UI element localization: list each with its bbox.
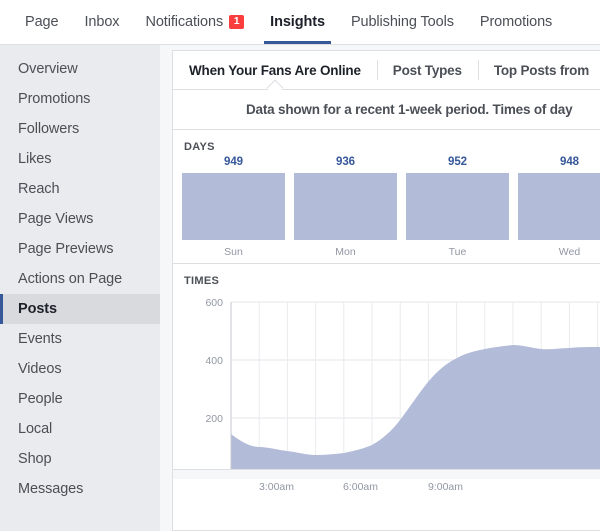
facebook-page-insights-window: Page Inbox Notifications 1 Insights Publ… <box>0 0 600 531</box>
x-axis-tick-3am: 3:00am <box>259 481 294 493</box>
times-area-path <box>231 345 600 476</box>
sidebar-item-label: Actions on Page <box>18 271 123 287</box>
sidebar-item-events[interactable]: Events <box>0 324 160 354</box>
day-bar-wed[interactable]: 948 Wed <box>518 156 600 258</box>
sidebar-item-page-views[interactable]: Page Views <box>0 204 160 234</box>
tab-when-your-fans-are-online[interactable]: When Your Fans Are Online <box>173 51 377 89</box>
nav-tab-publishing-tools[interactable]: Publishing Tools <box>338 0 467 44</box>
insights-content-area: When Your Fans Are Online Post Types Top… <box>160 45 600 531</box>
y-axis-tick-400: 400 <box>205 355 223 367</box>
day-bar-rect <box>294 173 397 240</box>
day-bar-sun[interactable]: 949 Sun <box>182 156 285 258</box>
days-section-label: DAYS <box>184 141 215 153</box>
day-bar-value: 936 <box>336 156 355 168</box>
day-bar-mon[interactable]: 936 Mon <box>294 156 397 258</box>
sidebar-item-followers[interactable]: Followers <box>0 114 160 144</box>
sidebar-item-label: Followers <box>18 121 80 137</box>
day-bar-rect <box>406 173 509 240</box>
day-bar-value: 948 <box>560 156 579 168</box>
sidebar-item-label: Messages <box>18 481 84 497</box>
sidebar-item-actions-on-page[interactable]: Actions on Page <box>0 264 160 294</box>
sidebar-item-messages[interactable]: Messages <box>0 474 160 504</box>
day-bar-value: 952 <box>448 156 467 168</box>
nav-tab-inbox-label: Inbox <box>84 14 120 30</box>
tab-label: Top Posts from <box>493 62 590 78</box>
day-bar-label: Wed <box>558 246 581 258</box>
times-area-chart[interactable]: 600 400 200 0 3:00am 6:00am 9:00am <box>173 290 600 493</box>
sidebar-item-label: Videos <box>18 361 62 377</box>
panel-footer-divider <box>173 469 600 479</box>
sidebar-item-label: Overview <box>18 61 78 77</box>
nav-tab-page-label: Page <box>25 14 59 30</box>
nav-tab-page[interactable]: Page <box>12 0 71 44</box>
sidebar-item-label: Reach <box>18 181 60 197</box>
day-bar-tue[interactable]: 952 Tue <box>406 156 509 258</box>
day-bar-label: Sun <box>224 246 243 258</box>
times-section-label: TIMES <box>184 275 220 287</box>
sidebar-item-label: Local <box>18 421 53 437</box>
sidebar-item-label: Page Views <box>18 211 94 227</box>
nav-tab-insights[interactable]: Insights <box>257 0 338 44</box>
y-axis-tick-200: 200 <box>205 413 223 425</box>
nav-tab-notifications-label: Notifications <box>145 14 224 30</box>
sidebar-item-label: Events <box>18 331 62 347</box>
times-chart-section: TIMES 600 400 200 3:00am 6:00am 9:00am <box>173 264 600 493</box>
sidebar-item-page-previews[interactable]: Page Previews <box>0 234 160 264</box>
days-bar-chart: 949 Sun 936 Mon 952 Tue 948 Wed <box>182 156 600 258</box>
sidebar-item-overview[interactable]: Overview <box>0 54 160 84</box>
day-bar-rect <box>182 173 285 240</box>
tab-label: When Your Fans Are Online <box>189 62 361 78</box>
sidebar-item-videos[interactable]: Videos <box>0 354 160 384</box>
posts-insights-panel: When Your Fans Are Online Post Types Top… <box>172 50 600 531</box>
day-bar-label: Mon <box>335 246 356 258</box>
sidebar-item-shop[interactable]: Shop <box>0 444 160 474</box>
nav-tab-promotions[interactable]: Promotions <box>467 0 565 44</box>
sidebar-item-label: Page Previews <box>18 241 114 257</box>
sidebar-item-label: Posts <box>18 301 57 317</box>
x-axis-tick-6am: 6:00am <box>343 481 378 493</box>
sidebar-item-promotions[interactable]: Promotions <box>0 84 160 114</box>
y-axis-tick-600: 600 <box>205 297 223 309</box>
sidebar-item-local[interactable]: Local <box>0 414 160 444</box>
day-bar-rect <box>518 173 600 240</box>
tab-top-posts-from[interactable]: Top Posts from <box>477 51 600 89</box>
nav-tab-insights-label: Insights <box>270 14 325 30</box>
page-body: Overview Promotions Followers Likes Reac… <box>0 45 600 531</box>
sidebar-item-label: Shop <box>18 451 52 467</box>
nav-tab-publishing-tools-label: Publishing Tools <box>350 14 454 30</box>
sidebar-item-label: People <box>18 391 63 407</box>
times-chart-svg: 600 400 200 0 <box>205 297 600 476</box>
days-chart-section: DAYS 949 Sun 936 Mon 952 Tue 948 Wed <box>173 130 600 264</box>
tab-post-types[interactable]: Post Types <box>376 51 478 89</box>
day-bar-value: 949 <box>224 156 243 168</box>
data-period-description: Data shown for a recent 1-week period. T… <box>173 90 600 130</box>
sidebar-item-likes[interactable]: Likes <box>0 144 160 174</box>
sidebar-item-reach[interactable]: Reach <box>0 174 160 204</box>
nav-tab-promotions-label: Promotions <box>479 14 553 30</box>
notifications-count-badge: 1 <box>229 15 245 29</box>
nav-tab-notifications[interactable]: Notifications 1 <box>132 0 257 44</box>
posts-subtab-bar: When Your Fans Are Online Post Types Top… <box>173 51 600 90</box>
x-axis-tick-9am: 9:00am <box>428 481 463 493</box>
sidebar-item-posts[interactable]: Posts <box>0 294 160 324</box>
times-chart-x-labels: 3:00am 6:00am 9:00am <box>259 481 463 493</box>
nav-tab-inbox[interactable]: Inbox <box>71 0 132 44</box>
top-navigation-bar: Page Inbox Notifications 1 Insights Publ… <box>0 0 600 45</box>
sidebar-item-label: Promotions <box>18 91 91 107</box>
insights-sidebar: Overview Promotions Followers Likes Reac… <box>0 45 160 531</box>
day-bar-label: Tue <box>448 246 467 258</box>
sidebar-item-people[interactable]: People <box>0 384 160 414</box>
tab-label: Post Types <box>392 62 462 78</box>
sidebar-item-label: Likes <box>18 151 52 167</box>
